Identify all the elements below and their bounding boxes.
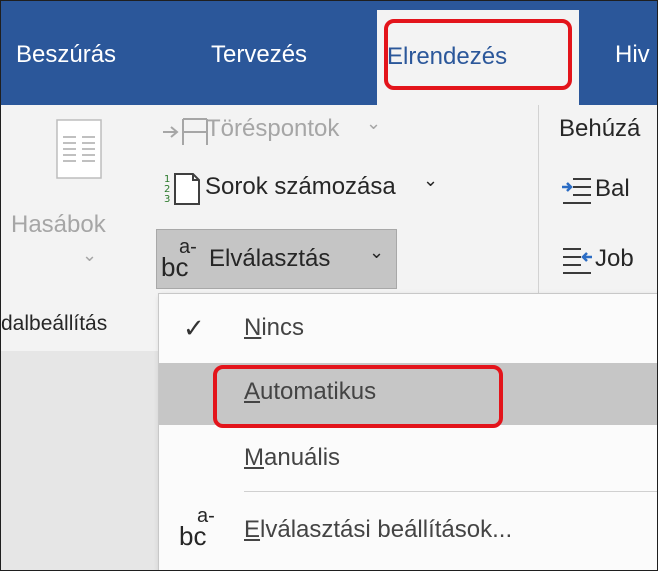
page-setup-group-label: dalbeállítás	[1, 312, 108, 335]
checkmark-icon: ✓	[183, 313, 205, 343]
menu-item-label: Nincs	[244, 314, 305, 341]
tab-references[interactable]: Hiv	[615, 37, 650, 73]
breaks-label: Töréspontok	[206, 115, 340, 142]
svg-text:3: 3	[164, 194, 170, 205]
indent-right-icon	[563, 248, 592, 274]
indent-label: Behúzá	[559, 115, 641, 142]
indent-left-control[interactable]: Bal	[561, 171, 657, 211]
indent-left-label: Bal	[595, 175, 630, 202]
line-numbers-icon: 1 2 3	[164, 173, 200, 205]
tab-design[interactable]: Tervezés	[211, 37, 307, 73]
menu-item-manual[interactable]: Manuális	[159, 429, 657, 491]
tab-insert[interactable]: Beszúrás	[16, 37, 116, 73]
line-numbers-button[interactable]: 1 2 3 Sorok számozása ⌄	[163, 169, 523, 211]
chevron-down-icon: ⌄	[366, 113, 382, 133]
columns-button[interactable]: Hasábok ⌄	[11, 111, 149, 291]
menu-item-label: Manuális	[244, 444, 341, 471]
chevron-down-icon: ⌄	[82, 245, 98, 265]
breaks-icon	[163, 118, 208, 145]
columns-label: Hasábok	[11, 211, 106, 238]
chevron-down-icon: ⌄	[369, 242, 385, 262]
hyphenation-label: Elválasztás	[209, 245, 331, 272]
indent-right-label: Job	[595, 245, 634, 272]
columns-icon	[56, 119, 102, 179]
hyphenation-menu: ✓ Nincs Automatikus Manuális a- bc Elvál…	[158, 293, 657, 570]
line-numbers-label: Sorok számozása	[205, 173, 396, 200]
menu-item-none[interactable]: ✓ Nincs	[159, 299, 657, 361]
indent-right-control[interactable]: Job	[561, 241, 657, 281]
hyphenation-button[interactable]: a- bc Elválasztás ⌄	[156, 229, 397, 289]
menu-item-automatic[interactable]: Automatikus	[159, 363, 657, 425]
menu-divider	[244, 491, 657, 492]
tab-layout[interactable]: Elrendezés	[377, 10, 579, 105]
menu-item-label: Elválasztási beállítások...	[244, 516, 513, 543]
chevron-down-icon: ⌄	[423, 170, 439, 190]
hyphenation-icon: a- bc	[179, 505, 215, 551]
indent-left-icon	[562, 178, 591, 204]
menu-item-hyphenation-options[interactable]: a- bc Elválasztási beállítások...	[159, 501, 657, 563]
hyphenation-icon: a- bc	[161, 236, 197, 282]
menu-item-label: Automatikus	[244, 378, 377, 405]
breaks-button[interactable]: Töréspontok ⌄	[161, 113, 381, 153]
ribbon-tab-bar: Beszúrás Tervezés Elrendezés Hiv	[1, 1, 657, 105]
window-frame: Beszúrás Tervezés Elrendezés Hiv Hasábok…	[0, 0, 658, 571]
